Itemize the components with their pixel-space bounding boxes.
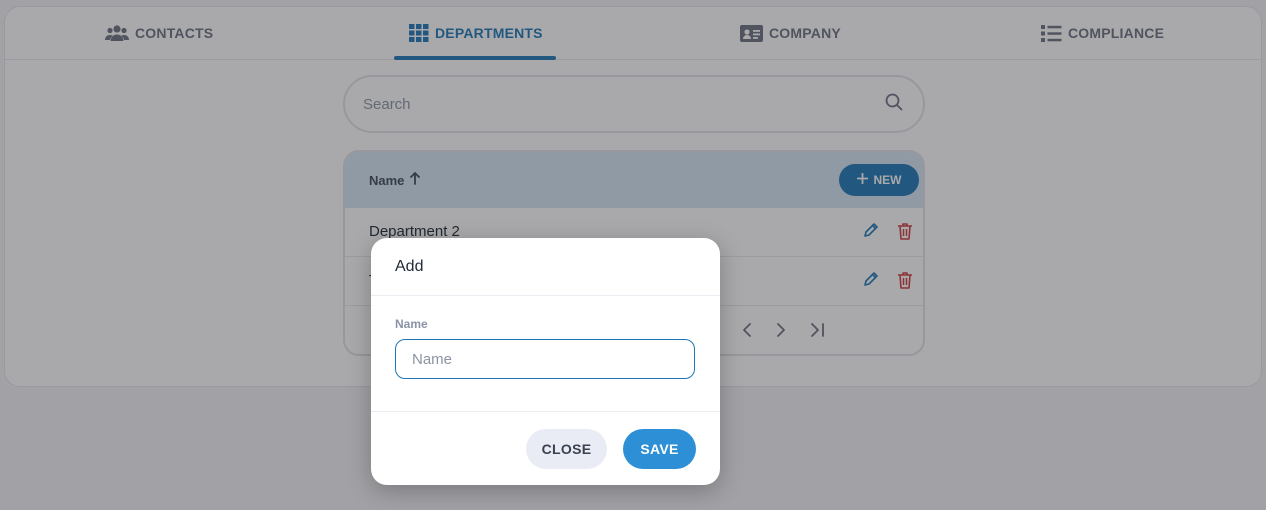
- dialog-header: Add: [371, 238, 720, 296]
- dialog-title: Add: [395, 258, 424, 275]
- save-button[interactable]: SAVE: [623, 429, 696, 469]
- add-dialog: Add Name CLOSE SAVE: [371, 238, 720, 485]
- name-field-label: Name: [395, 317, 428, 331]
- name-field[interactable]: [395, 339, 695, 379]
- dialog-footer: CLOSE SAVE: [371, 411, 720, 485]
- close-button[interactable]: CLOSE: [526, 429, 607, 469]
